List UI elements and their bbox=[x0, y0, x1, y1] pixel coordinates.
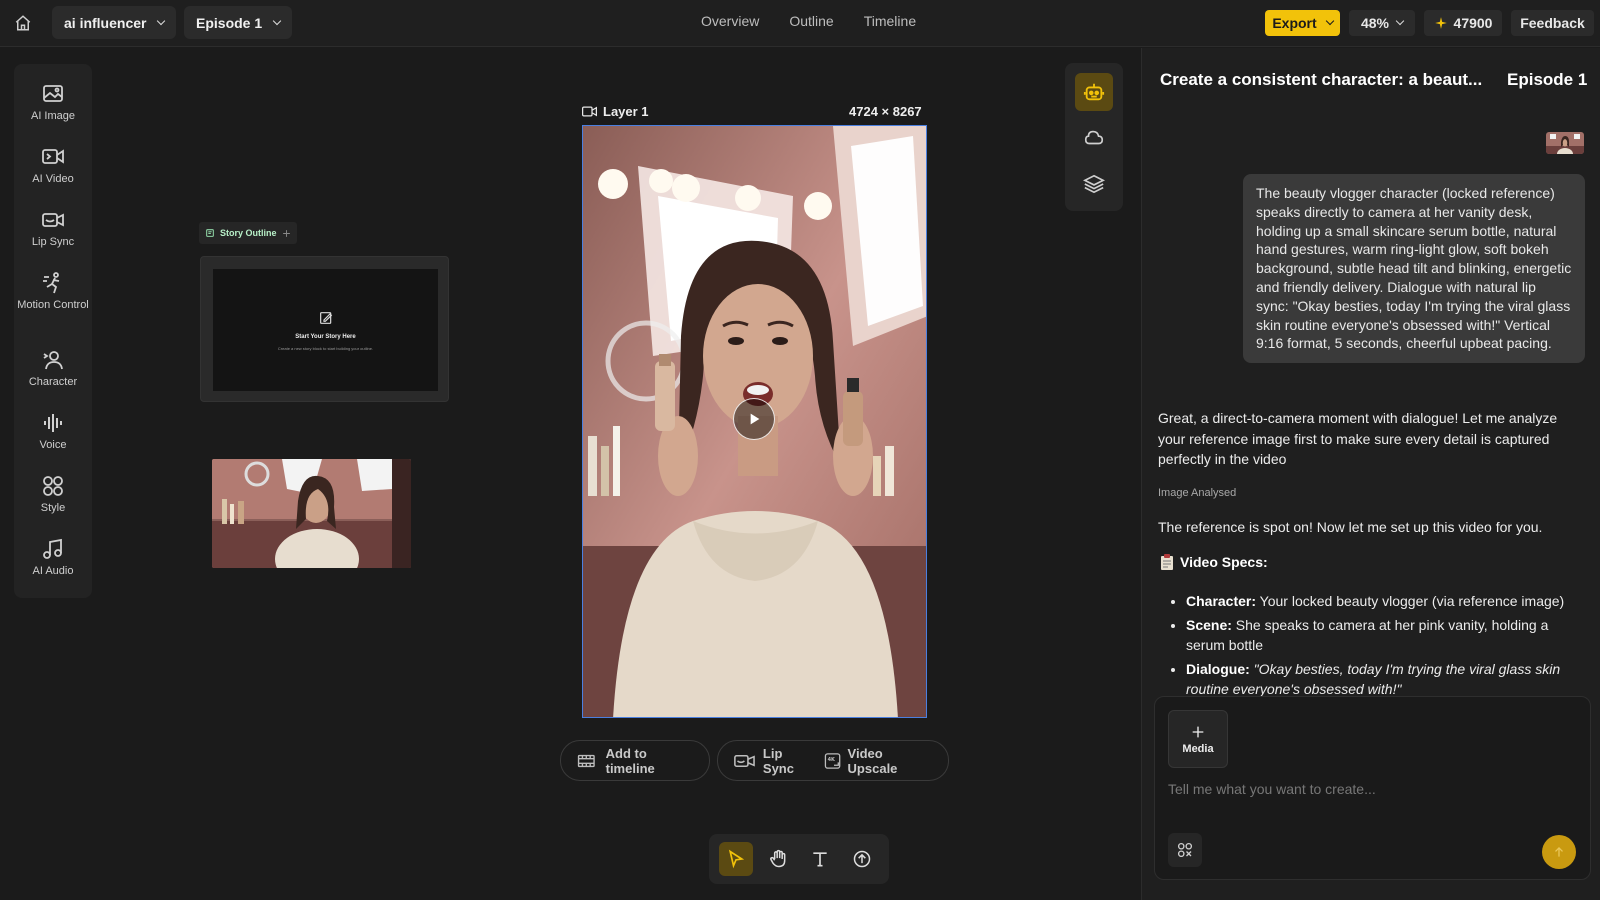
plus-icon bbox=[1192, 726, 1204, 737]
clipboard-icon bbox=[1161, 554, 1173, 570]
text-icon bbox=[813, 852, 827, 867]
assistant-message: The reference is spot on! Now let me set… bbox=[1158, 519, 1543, 535]
ai-assistant-button[interactable] bbox=[1075, 73, 1113, 111]
audio-icon bbox=[43, 538, 62, 559]
cursor-icon bbox=[728, 849, 745, 869]
story-outline-placeholder: Start Your Story Here Create a new story… bbox=[213, 269, 438, 391]
video-camera-icon bbox=[582, 106, 597, 117]
lipsync-icon bbox=[42, 213, 64, 227]
list-item: Character: Your locked beauty vlogger (v… bbox=[1186, 591, 1591, 611]
play-icon bbox=[750, 413, 760, 425]
motion-icon bbox=[43, 272, 60, 294]
sparkle-icon bbox=[1434, 17, 1447, 29]
video-layer[interactable] bbox=[582, 125, 927, 718]
episode-dropdown[interactable]: Episode 1 bbox=[184, 6, 293, 39]
tool-ai-audio[interactable]: AI Audio bbox=[14, 537, 92, 578]
specs-heading: Video Specs: bbox=[1160, 554, 1268, 570]
arrow-up-icon bbox=[1555, 847, 1563, 857]
film-icon bbox=[577, 754, 595, 767]
chat-title: Create a consistent character: a beaut..… bbox=[1160, 70, 1483, 89]
chevron-down-icon bbox=[157, 16, 166, 25]
home-icon[interactable] bbox=[12, 12, 34, 34]
assistant-message: Great, a direct-to-camera moment with di… bbox=[1158, 410, 1558, 467]
reference-avatar[interactable] bbox=[1546, 132, 1584, 154]
move-icon[interactable] bbox=[282, 229, 291, 238]
left-toolbar: AI Image AI Video Lip Sync Motion Contro… bbox=[14, 64, 92, 598]
zoom-dropdown[interactable]: 48% bbox=[1349, 10, 1415, 36]
edit-icon bbox=[319, 311, 332, 324]
story-subtext: Create a new story block to start buildi… bbox=[277, 345, 374, 351]
upload-tool[interactable] bbox=[845, 842, 879, 876]
chevron-down-icon bbox=[1325, 16, 1334, 26]
apps-icon bbox=[1177, 842, 1193, 858]
specs-list: Character: Your locked beauty vlogger (v… bbox=[1186, 591, 1591, 703]
tools-button[interactable] bbox=[1168, 833, 1202, 867]
export-button[interactable]: Export bbox=[1265, 10, 1340, 36]
tool-motion-control[interactable]: Motion Control bbox=[14, 271, 92, 312]
lip-sync-button[interactable]: Lip Sync bbox=[734, 746, 814, 776]
tool-ai-image[interactable]: AI Image bbox=[14, 82, 92, 123]
select-tool[interactable] bbox=[719, 842, 753, 876]
tool-style[interactable]: Style bbox=[14, 474, 92, 515]
tool-ai-video[interactable]: AI Video bbox=[14, 145, 92, 186]
layers-button[interactable] bbox=[1075, 165, 1113, 203]
cloud-icon bbox=[1084, 130, 1104, 145]
character-icon bbox=[43, 351, 63, 370]
story-heading: Start Your Story Here bbox=[295, 333, 356, 340]
chat-episode: Episode 1 bbox=[1507, 70, 1588, 89]
list-item: Scene: She speaks to camera at her pink … bbox=[1186, 615, 1591, 655]
credits-badge[interactable]: 47900 bbox=[1424, 10, 1502, 36]
user-message: The beauty vlogger character (locked ref… bbox=[1243, 174, 1585, 364]
chat-composer: Media bbox=[1154, 696, 1591, 880]
hand-tool[interactable] bbox=[761, 842, 795, 876]
lipsync-icon bbox=[734, 754, 755, 767]
top-bar: ai influencer Episode 1 Overview Outline… bbox=[0, 0, 1600, 47]
chat-input[interactable] bbox=[1168, 781, 1568, 797]
voice-icon bbox=[44, 414, 62, 432]
project-dropdown[interactable]: ai influencer bbox=[52, 6, 177, 39]
tab-overview[interactable]: Overview bbox=[701, 13, 759, 29]
feedback-button[interactable]: Feedback bbox=[1511, 10, 1594, 36]
tool-character[interactable]: Character bbox=[14, 348, 92, 389]
svg-text:4K: 4K bbox=[828, 757, 836, 763]
image-icon bbox=[43, 85, 63, 102]
video-upscale-button[interactable]: 4K Video Upscale bbox=[824, 746, 932, 776]
layers-icon bbox=[1083, 174, 1105, 194]
story-outline-tag[interactable]: Story Outline bbox=[199, 222, 297, 244]
add-to-timeline-button[interactable]: Add to timeline bbox=[560, 740, 710, 781]
tab-timeline[interactable]: Timeline bbox=[864, 13, 916, 29]
reference-image-thumbnail[interactable] bbox=[212, 459, 411, 568]
style-icon bbox=[43, 476, 63, 496]
layer-dimensions: 4724 × 8267 bbox=[849, 104, 922, 119]
canvas-side-toolbar bbox=[1065, 63, 1123, 211]
cloud-button[interactable] bbox=[1075, 119, 1113, 157]
play-button[interactable] bbox=[733, 398, 775, 440]
4k-icon: 4K bbox=[825, 752, 841, 769]
hand-icon bbox=[770, 849, 786, 868]
upload-icon bbox=[853, 850, 871, 868]
video-icon bbox=[42, 149, 64, 164]
robot-icon bbox=[1083, 83, 1105, 101]
chevron-down-icon bbox=[1395, 16, 1405, 26]
outline-icon bbox=[206, 229, 214, 237]
tab-outline[interactable]: Outline bbox=[789, 13, 833, 29]
send-button[interactable] bbox=[1542, 835, 1576, 869]
view-nav: Overview Outline Timeline bbox=[701, 13, 916, 29]
list-item: Dialogue: "Okay besties, today I'm tryin… bbox=[1186, 659, 1591, 699]
tool-voice[interactable]: Voice bbox=[14, 411, 92, 452]
video-actions-group: Lip Sync 4K Video Upscale bbox=[717, 740, 949, 781]
story-outline-card[interactable]: Start Your Story Here Create a new story… bbox=[200, 256, 449, 402]
canvas-bottom-toolbar bbox=[709, 834, 889, 884]
add-media-button[interactable]: Media bbox=[1168, 710, 1228, 768]
tool-lip-sync[interactable]: Lip Sync bbox=[14, 208, 92, 249]
text-tool[interactable] bbox=[803, 842, 837, 876]
image-analysed-status: Image Analysed bbox=[1158, 487, 1237, 499]
chevron-down-icon bbox=[272, 16, 282, 25]
layer-label: Layer 1 bbox=[582, 104, 649, 119]
